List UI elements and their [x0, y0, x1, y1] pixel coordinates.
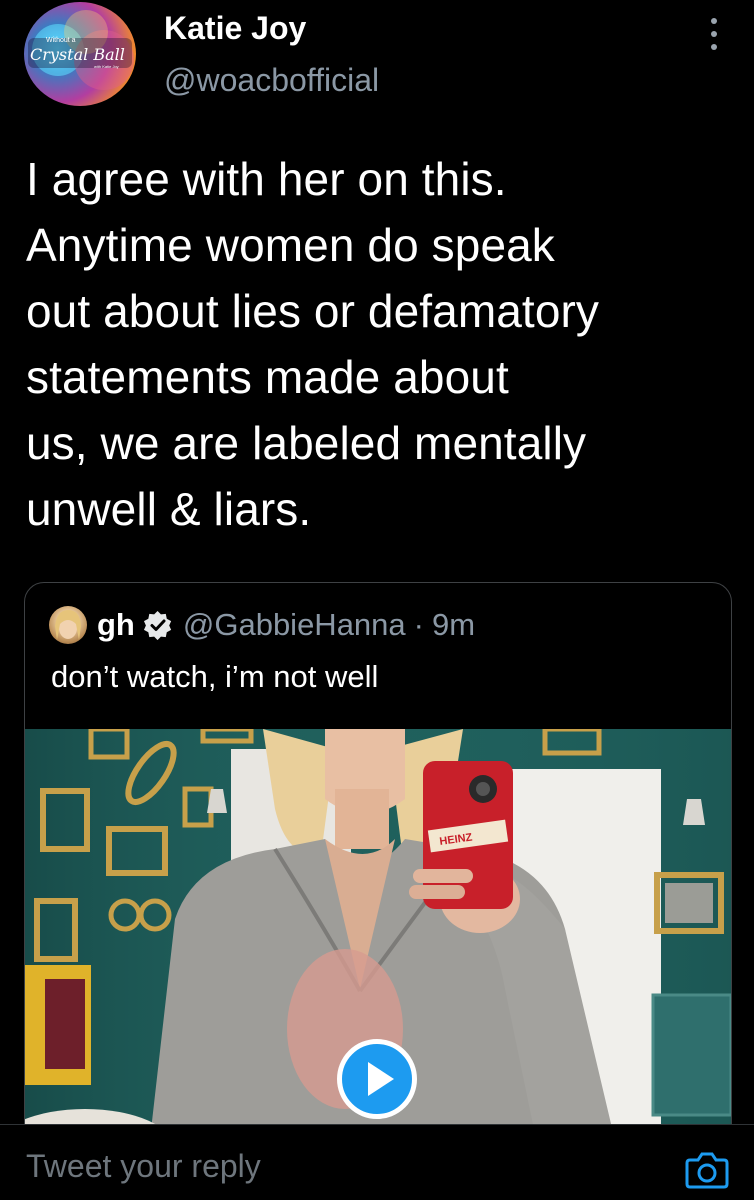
tweet-text: I agree with her on this. Anytime women … — [26, 146, 726, 542]
tweet-text-line: Anytime women do speak — [26, 219, 555, 271]
quoted-tweet-video[interactable]: HEINZ — [25, 729, 731, 1183]
tweet-text-line: statements made about — [26, 351, 509, 403]
camera-icon[interactable] — [684, 1146, 730, 1192]
author-handle[interactable]: @woacbofficial — [164, 62, 379, 99]
tweet-text-line: I agree with her on this. — [26, 153, 507, 205]
play-icon — [368, 1062, 394, 1096]
tweet-text-line: us, we are labeled mentally — [26, 417, 587, 469]
quoted-tweet-time: 9m — [432, 607, 476, 642]
avatar-logo-title: Crystal Ball — [30, 45, 125, 64]
tweet-text-line: out about lies or defamatory — [26, 285, 600, 337]
quoted-tweet-header: gh @GabbieHanna · 9m — [49, 603, 475, 647]
more-vertical-icon[interactable] — [700, 14, 730, 54]
quoted-author-name: gh — [97, 607, 135, 642]
tweet-detail-screen: Without a Crystal Ball with Katie Joy Ka… — [0, 0, 754, 1200]
separator-dot: · — [413, 607, 424, 642]
reply-input[interactable]: Tweet your reply — [26, 1148, 261, 1185]
author-avatar[interactable]: Without a Crystal Ball with Katie Joy — [24, 2, 136, 106]
avatar-logo-top: Without a — [46, 37, 76, 44]
quoted-tweet-card[interactable]: gh @GabbieHanna · 9m don’t watch, i’m no… — [24, 582, 732, 1184]
tweet-text-line: unwell & liars. — [26, 483, 312, 535]
author-name[interactable]: Katie Joy — [164, 10, 306, 47]
avatar-logo: Without a Crystal Ball with Katie Joy — [28, 10, 134, 90]
quoted-author-avatar — [49, 606, 87, 644]
quoted-author-handle: @GabbieHanna — [182, 607, 406, 642]
play-button[interactable] — [337, 1039, 417, 1119]
verified-badge-icon — [143, 610, 172, 640]
avatar-logo-bottom: with Katie Joy — [94, 64, 119, 69]
quoted-tweet-text: don’t watch, i’m not well — [51, 659, 379, 694]
